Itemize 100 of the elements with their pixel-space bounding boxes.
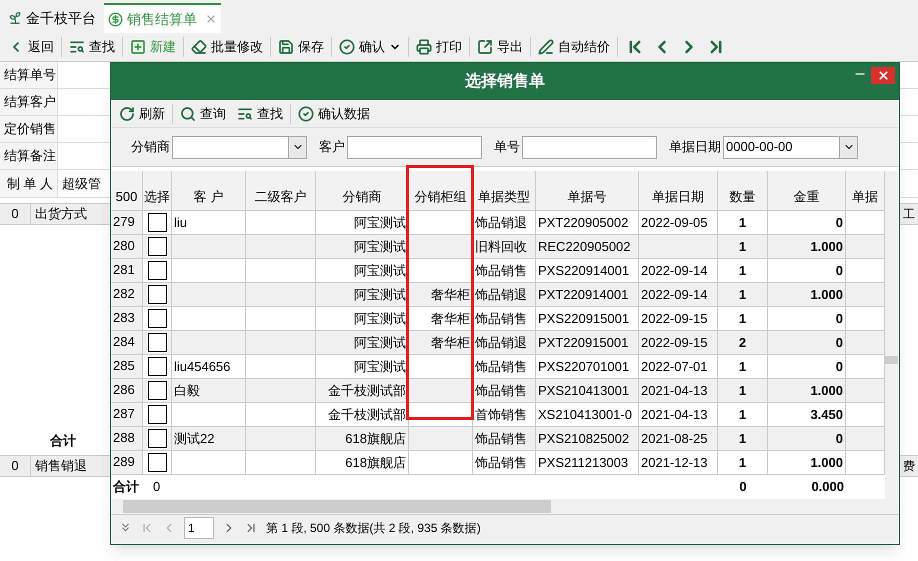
toolbar-button[interactable]: 导出 [473, 35, 527, 59]
toolbar-button[interactable]: 自动结价 [534, 35, 614, 59]
checkbox[interactable] [148, 237, 166, 256]
plus-square-icon [130, 39, 146, 55]
checkbox[interactable] [148, 357, 166, 376]
eraser-icon [191, 39, 207, 55]
row-number: 279 [111, 211, 143, 234]
pen-icon [538, 39, 554, 55]
table-cell: 2022-09-15 [641, 311, 708, 326]
row-number: 280 [111, 235, 143, 258]
row-count: 500 [111, 171, 143, 210]
table-cell: 首饰销售 [475, 407, 527, 422]
sprout-icon [8, 11, 22, 25]
table-cell: REC220905002 [538, 239, 631, 254]
total-label: 合计 [48, 432, 76, 450]
collapse-icon[interactable] [119, 521, 132, 534]
column-header: 数量 [718, 171, 768, 210]
table-cell: 1 [738, 263, 746, 278]
table-cell: PXS220914001 [538, 263, 630, 278]
table-cell: 阿宝测试 [354, 215, 406, 230]
toolbar-button[interactable]: 确认数据 [294, 102, 374, 126]
input-field[interactable] [347, 136, 482, 158]
checkbox[interactable] [148, 405, 166, 424]
toolbar-button[interactable]: 确认 [335, 35, 405, 59]
column-header: 销售销退 [30, 456, 87, 476]
table-cell: PXS210825002 [538, 431, 630, 446]
table-cell: 1 [738, 383, 746, 398]
toolbar-button[interactable]: 查找 [233, 102, 287, 126]
checkbox[interactable] [148, 429, 166, 448]
close-icon [876, 69, 890, 82]
toolbar-button[interactable]: 查询 [176, 102, 230, 126]
table-cell: 阿宝测试 [354, 239, 406, 254]
table-cell: 饰品销售 [475, 263, 527, 278]
table-cell: XS210413001-0 [538, 407, 632, 422]
toolbar-button[interactable]: 查找 [65, 35, 119, 59]
toolbar-button[interactable]: 批量修改 [187, 35, 267, 59]
close-icon[interactable] [205, 13, 217, 25]
column-header: 二级客户 [246, 171, 316, 210]
table-cell: 阿宝测试 [354, 359, 406, 374]
table-cell: 饰品销售 [475, 359, 527, 374]
tab[interactable]: 金千枝平台 [4, 3, 100, 33]
toolbar-button[interactable]: 刷新 [115, 102, 169, 126]
table-cell: 奢华柜 [431, 311, 470, 326]
table-cell: 饰品销退 [475, 335, 527, 350]
checkbox[interactable] [148, 261, 166, 280]
scrollbar-thumb[interactable] [885, 356, 898, 364]
column-header: 单据日期 [639, 171, 718, 210]
row-number: 282 [111, 283, 143, 306]
table-cell: 金千枝测试部 [328, 383, 406, 398]
table-cell: 1 [738, 215, 746, 230]
row-number: 286 [111, 379, 143, 402]
checkbox[interactable] [148, 309, 166, 328]
table-cell: 1.000 [810, 287, 843, 302]
column-header: 选择 [143, 171, 172, 210]
total-weight: 0.000 [810, 478, 845, 496]
table-cell: 2022-09-14 [641, 287, 708, 302]
column-header: 单据号 [536, 171, 639, 210]
toolbar-button[interactable]: 返回 [4, 35, 58, 59]
table-cell: 饰品销退 [475, 215, 527, 230]
column-header: 分销商 [316, 171, 409, 210]
printer-icon [416, 39, 432, 55]
filter-label: 分销商 [131, 138, 170, 156]
input-field[interactable] [522, 136, 657, 158]
checkbox[interactable] [148, 213, 166, 232]
page-field[interactable]: 1 [184, 516, 214, 538]
table-cell: 2022-09-14 [641, 263, 708, 278]
table-cell: 饰品销售 [475, 431, 527, 446]
checkbox[interactable] [148, 453, 166, 472]
table-cell: 0 [836, 359, 843, 374]
table-cell: 饰品销售 [475, 455, 527, 470]
table-cell: PXS211213003 [538, 455, 628, 470]
table-cell: 2022-07-01 [641, 359, 708, 374]
checkbox[interactable] [148, 381, 166, 400]
column-header: 金重 [768, 171, 846, 210]
checkbox[interactable] [148, 333, 166, 352]
table-cell: PXS210413001 [538, 383, 630, 398]
checkbox[interactable] [148, 285, 166, 304]
table-cell: 金千枝测试部 [328, 407, 406, 422]
scrollbar[interactable] [885, 171, 898, 499]
table-cell: liu [174, 215, 188, 230]
tab[interactable]: 销售结算单 [104, 3, 221, 33]
table-cell: 1 [738, 311, 746, 326]
close-button[interactable] [871, 67, 895, 84]
toolbar-button[interactable]: 保存 [274, 35, 328, 59]
table-cell: 0 [836, 215, 843, 230]
check-circle-icon [339, 39, 355, 55]
save-icon [278, 39, 294, 55]
table-cell: 阿宝测试 [354, 287, 406, 302]
combo-box[interactable]: 0000-00-00 [723, 136, 858, 158]
scrollbar-thumb[interactable] [123, 500, 551, 513]
table-cell: 1 [738, 407, 746, 422]
table-cell: 0 [836, 311, 843, 326]
row-number: 281 [111, 259, 143, 282]
horizontal-scrollbar[interactable] [111, 499, 899, 514]
toolbar-button[interactable]: 打印 [412, 35, 466, 59]
table-cell: 2 [738, 335, 746, 350]
filter-label: 客户 [319, 138, 345, 156]
table-cell: PXT220914001 [538, 287, 628, 302]
table-cell: 0 [836, 431, 843, 446]
table-cell: 旧料回收 [475, 239, 527, 254]
